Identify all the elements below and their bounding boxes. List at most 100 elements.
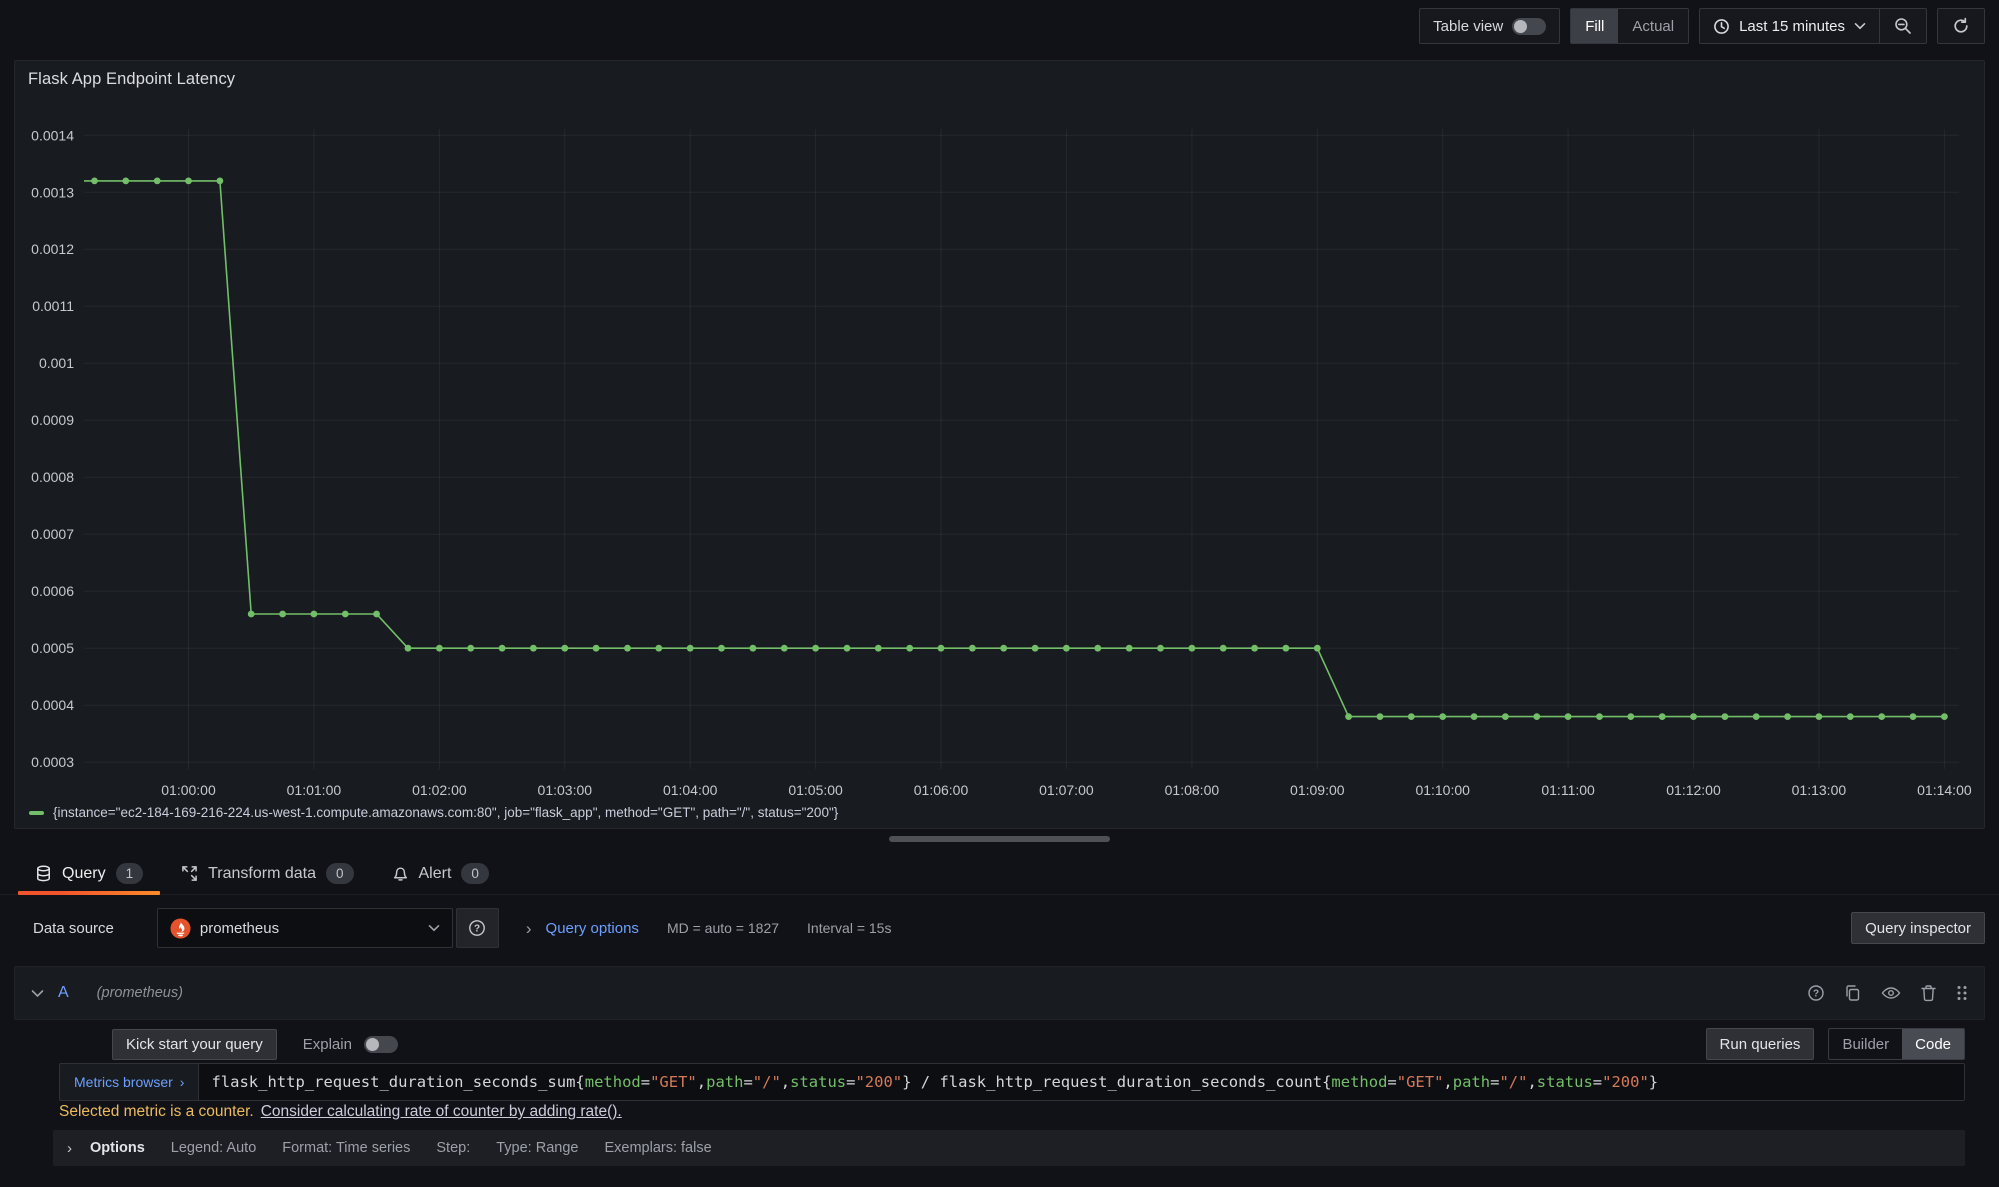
- options-chevron-icon[interactable]: ›: [67, 1140, 72, 1157]
- transform-icon: [181, 865, 198, 882]
- help-icon[interactable]: ?: [1807, 984, 1825, 1002]
- duplicate-icon[interactable]: [1844, 984, 1862, 1002]
- bell-icon: [392, 865, 409, 882]
- counter-warning: Selected metric is a counter. Consider c…: [59, 1100, 622, 1124]
- explain-label: Explain: [303, 1036, 352, 1053]
- top-toolbar: Table view Fill Actual Last 15 minutes: [1419, 8, 1985, 44]
- splitter-drag-handle[interactable]: [889, 836, 1110, 842]
- query-row-header[interactable]: A (prometheus) ?: [14, 966, 1985, 1020]
- svg-text:01:05:00: 01:05:00: [788, 782, 843, 798]
- code-mode-button[interactable]: Code: [1902, 1029, 1964, 1059]
- actual-button[interactable]: Actual: [1618, 9, 1688, 43]
- time-range-label: Last 15 minutes: [1739, 18, 1845, 35]
- svg-text:?: ?: [474, 924, 480, 935]
- run-queries-button[interactable]: Run queries: [1706, 1028, 1815, 1060]
- query-inspector-button[interactable]: Query inspector: [1851, 912, 1985, 944]
- fill-actual-group: Fill Actual: [1570, 8, 1689, 44]
- warning-rate-link[interactable]: Consider calculating rate of counter by …: [261, 1103, 622, 1121]
- grafana-panel-editor: Table view Fill Actual Last 15 minutes: [0, 0, 1999, 1187]
- svg-text:0.0007: 0.0007: [31, 526, 74, 542]
- tab-alert[interactable]: Alert 0: [373, 853, 508, 894]
- tab-query[interactable]: Query 1: [16, 853, 162, 894]
- tab-query-label: Query: [62, 865, 106, 883]
- query-options-link[interactable]: Query options: [546, 920, 639, 937]
- svg-text:01:01:00: 01:01:00: [287, 782, 342, 798]
- table-view-group: Table view: [1419, 8, 1560, 44]
- datasource-row: Data source prometheus ? › Query options…: [14, 905, 1985, 951]
- svg-text:01:07:00: 01:07:00: [1039, 782, 1094, 798]
- tab-transform-label: Transform data: [208, 865, 316, 883]
- datasource-picker[interactable]: prometheus: [157, 908, 453, 948]
- legend-item[interactable]: {instance="ec2-184-169-216-224.us-west-1…: [29, 805, 838, 820]
- database-icon: [35, 865, 52, 882]
- kick-start-button[interactable]: Kick start your query: [112, 1029, 277, 1060]
- collapse-chevron-icon[interactable]: [31, 989, 44, 998]
- clock-icon: [1713, 18, 1730, 35]
- svg-text:01:12:00: 01:12:00: [1666, 782, 1721, 798]
- svg-text:01:04:00: 01:04:00: [663, 782, 718, 798]
- options-title: Options: [90, 1140, 145, 1156]
- svg-text:0.0006: 0.0006: [31, 583, 74, 599]
- query-ref-id: A: [58, 984, 69, 1002]
- svg-text:?: ?: [1813, 988, 1819, 999]
- tab-alert-label: Alert: [419, 865, 452, 883]
- zoom-out-icon: [1894, 17, 1912, 35]
- eye-icon[interactable]: [1881, 985, 1901, 1001]
- metrics-browser-button[interactable]: Metrics browser ›: [60, 1064, 198, 1100]
- table-view-toggle[interactable]: Table view: [1420, 9, 1559, 43]
- svg-text:01:02:00: 01:02:00: [412, 782, 467, 798]
- builder-mode-button[interactable]: Builder: [1829, 1029, 1902, 1059]
- metrics-browser-label: Metrics browser: [74, 1074, 173, 1090]
- svg-text:01:14:00: 01:14:00: [1917, 782, 1972, 798]
- option-step: Step:: [436, 1140, 470, 1156]
- latency-chart: 0.00140.00130.00120.00110.0010.00090.000…: [15, 61, 1986, 830]
- svg-text:01:00:00: 01:00:00: [161, 782, 216, 798]
- option-exemplars: Exemplars: false: [604, 1140, 711, 1156]
- trash-icon[interactable]: [1920, 984, 1937, 1002]
- tab-transform-count: 0: [326, 863, 354, 884]
- explain-switch[interactable]: [364, 1036, 398, 1053]
- table-view-switch[interactable]: [1512, 18, 1546, 35]
- time-picker-group: Last 15 minutes: [1699, 8, 1927, 44]
- tab-transform[interactable]: Transform data 0: [162, 853, 372, 894]
- svg-text:01:13:00: 01:13:00: [1792, 782, 1847, 798]
- query-options-chevron-icon[interactable]: ›: [526, 920, 532, 937]
- svg-text:0.0004: 0.0004: [31, 697, 74, 713]
- drag-handle-icon[interactable]: [1956, 984, 1968, 1002]
- interval: Interval = 15s: [807, 920, 891, 936]
- datasource-label: Data source: [33, 920, 114, 937]
- refresh-button[interactable]: [1938, 9, 1984, 43]
- editor-tabs: Query 1 Transform data 0 Alert 0: [0, 853, 1999, 895]
- svg-text:0.0003: 0.0003: [31, 754, 74, 770]
- legend-swatch: [29, 811, 44, 815]
- svg-text:0.0014: 0.0014: [31, 127, 74, 143]
- zoom-out-button[interactable]: [1880, 9, 1926, 43]
- datasource-value: prometheus: [200, 920, 279, 937]
- query-options-bar[interactable]: › Options Legend: Auto Format: Time seri…: [53, 1130, 1965, 1166]
- time-series-panel: Flask App Endpoint Latency 0.00140.00130…: [14, 60, 1985, 829]
- question-circle-icon: ?: [468, 919, 486, 937]
- query-datasource-hint: (prometheus): [97, 985, 183, 1001]
- chevron-down-icon: [428, 924, 440, 932]
- svg-text:0.0013: 0.0013: [31, 184, 74, 200]
- refresh-group: [1937, 8, 1985, 44]
- promql-input[interactable]: flask_http_request_duration_seconds_sum{…: [198, 1064, 1964, 1100]
- time-range-button[interactable]: Last 15 minutes: [1700, 9, 1879, 43]
- query-row-actions: ?: [1807, 984, 1968, 1002]
- svg-text:0.0012: 0.0012: [31, 241, 74, 257]
- query-options-stats: MD = auto = 1827 Interval = 15s: [667, 920, 892, 936]
- tab-alert-count: 0: [461, 863, 489, 884]
- svg-text:01:09:00: 01:09:00: [1290, 782, 1345, 798]
- svg-text:0.0011: 0.0011: [32, 298, 74, 314]
- datasource-help-button[interactable]: ?: [456, 908, 499, 948]
- query-editor-row: Metrics browser › flask_http_request_dur…: [59, 1063, 1965, 1101]
- refresh-icon: [1952, 17, 1970, 35]
- table-view-label: Table view: [1433, 18, 1503, 35]
- chevron-right-icon: ›: [180, 1074, 185, 1090]
- fill-button[interactable]: Fill: [1571, 9, 1618, 43]
- option-type: Type: Range: [496, 1140, 578, 1156]
- prometheus-icon: [170, 918, 191, 939]
- builder-code-switch: Builder Code: [1828, 1028, 1965, 1060]
- svg-text:01:10:00: 01:10:00: [1415, 782, 1470, 798]
- svg-text:01:03:00: 01:03:00: [538, 782, 593, 798]
